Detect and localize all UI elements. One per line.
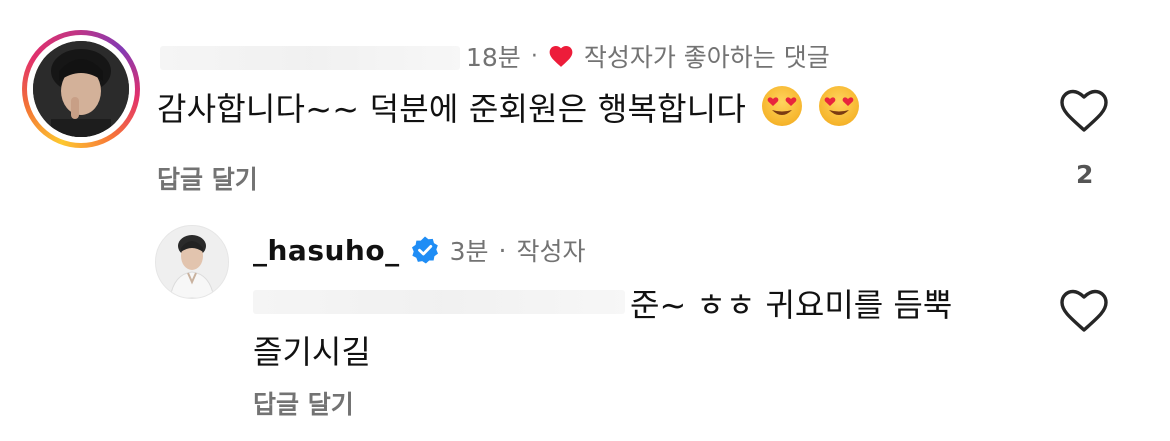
- reply-username[interactable]: _hasuho_: [253, 234, 400, 267]
- verified-badge-icon: [411, 236, 438, 264]
- heart-eyes-emoji: [818, 86, 859, 126]
- heart-eyes-emoji: [762, 86, 803, 126]
- comment-body: 감사합니다~~ 덕분에 준회원은 행복합니다: [157, 85, 859, 133]
- meta-separator: ·: [530, 43, 538, 69]
- reply-meta: _hasuho_ 3분 · 작성자: [253, 232, 585, 268]
- reply-time: 3분: [449, 237, 489, 266]
- author-label: 작성자: [516, 237, 586, 266]
- comment-text: 감사합니다~~ 덕분에 준회원은 행복합니다: [157, 90, 747, 128]
- like-count[interactable]: 2: [1076, 160, 1093, 189]
- meta-separator: ·: [498, 235, 507, 265]
- like-heart-icon[interactable]: [1058, 88, 1110, 134]
- reply-text-line1: 준~ ㅎㅎ 귀요미를 듬뿍: [630, 286, 953, 324]
- reply-text-line2: 즐기시길: [253, 333, 371, 371]
- reply-avatar[interactable]: [155, 225, 229, 299]
- reply-button[interactable]: 답글 달기: [253, 385, 354, 421]
- like-heart-icon[interactable]: [1058, 288, 1110, 334]
- comment-time: 18분: [466, 43, 521, 72]
- reply-button[interactable]: 답글 달기: [157, 160, 258, 196]
- comment-meta: 18분 · 작성자가 좋아하는 댓글: [466, 38, 830, 74]
- heart-filled-icon: [549, 46, 573, 67]
- username-redacted: [160, 46, 460, 70]
- liked-by-author-label: 작성자가 좋아하는 댓글: [583, 43, 830, 72]
- avatar[interactable]: [33, 41, 129, 137]
- mention-redacted: [253, 290, 625, 314]
